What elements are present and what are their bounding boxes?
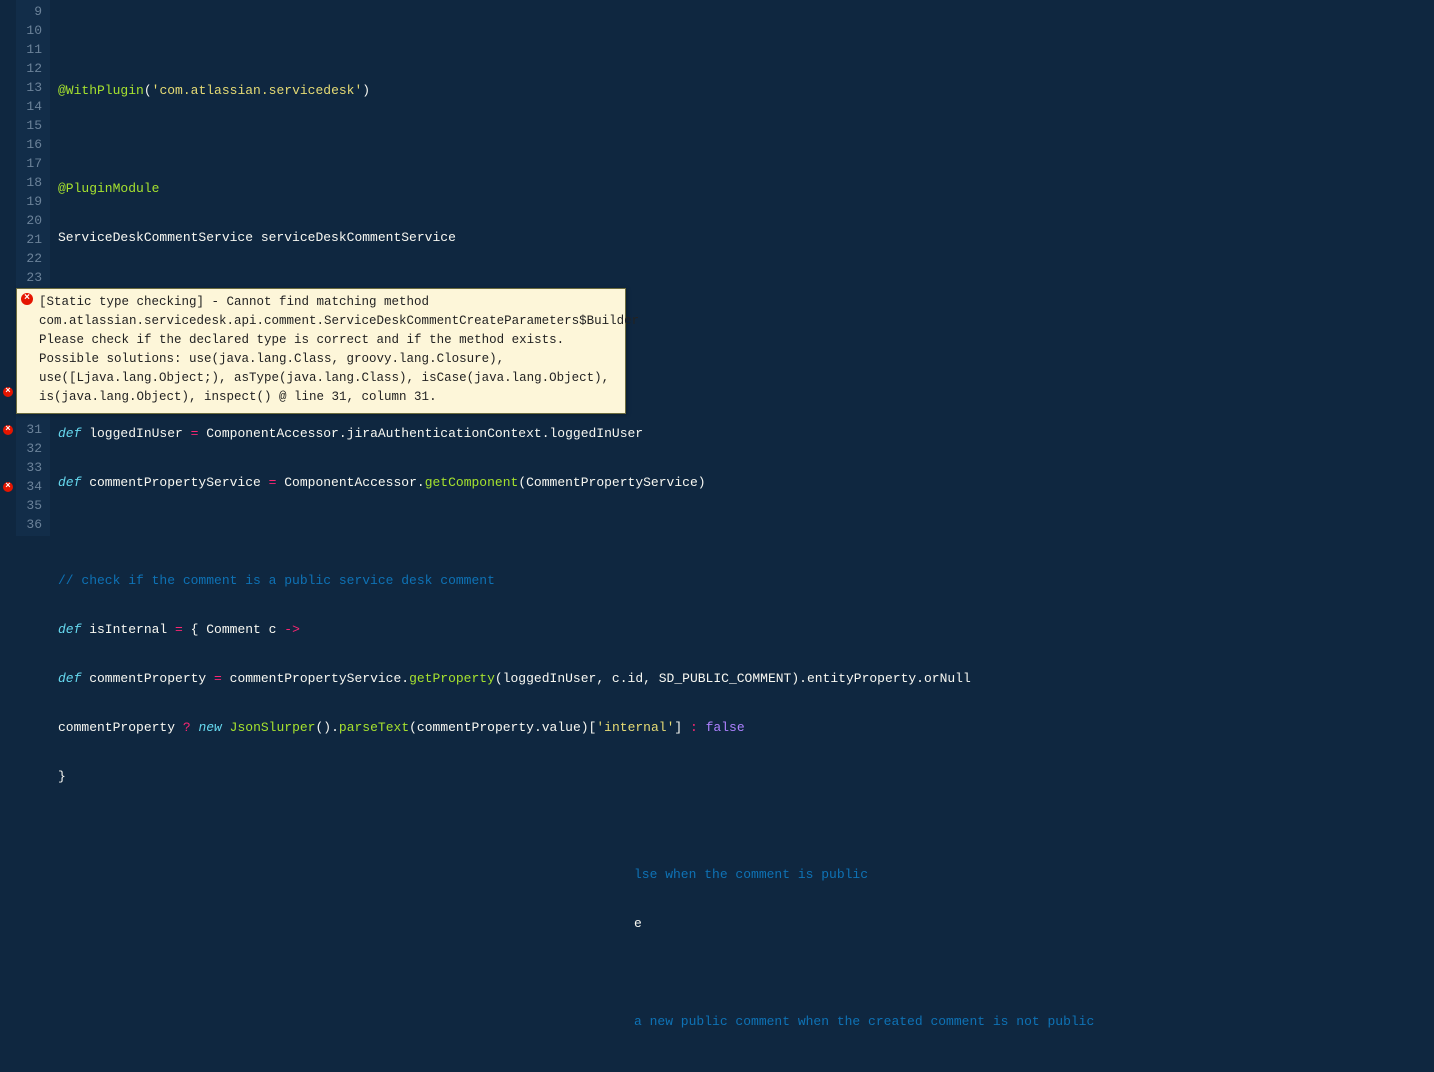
code-line[interactable]: // check if the comment is a public serv… — [58, 571, 1434, 590]
code-line[interactable]: } — [58, 767, 1434, 786]
tooltip-line: is(java.lang.Object), inspect() @ line 3… — [39, 388, 617, 407]
code-area[interactable]: @WithPlugin('com.atlassian.servicedesk')… — [50, 0, 1434, 536]
code-line[interactable]: def loggedInUser = ComponentAccessor.jir… — [58, 424, 1434, 443]
code-line[interactable]: @WithPlugin('com.atlassian.servicedesk') — [58, 81, 1434, 100]
code-line[interactable]: @PluginModule — [58, 179, 1434, 198]
code-line[interactable] — [58, 130, 1434, 149]
code-line[interactable]: commentProperty ? new JsonSlurper().pars… — [58, 718, 1434, 737]
tooltip-line: Please check if the declared type is cor… — [39, 331, 617, 350]
error-icon — [21, 293, 33, 305]
code-line[interactable]: lse when the comment is public — [58, 865, 1434, 884]
tooltip-line: Possible solutions: use(java.lang.Class,… — [39, 350, 617, 369]
error-marker-icon[interactable] — [3, 387, 13, 397]
code-line[interactable]: def commentProperty = commentPropertySer… — [58, 669, 1434, 688]
gutter-line-numbers: 9101112 13141516 17181920 21222324 25262… — [16, 0, 50, 536]
code-line[interactable] — [58, 32, 1434, 51]
code-line[interactable] — [58, 1061, 1434, 1072]
code-line[interactable] — [58, 963, 1434, 982]
code-line[interactable] — [58, 816, 1434, 835]
code-line[interactable]: a new public comment when the created co… — [58, 1012, 1434, 1031]
code-line[interactable]: def isInternal = { Comment c -> — [58, 620, 1434, 639]
error-marker-icon[interactable] — [3, 482, 13, 492]
code-line[interactable]: def commentPropertyService = ComponentAc… — [58, 473, 1434, 492]
tooltip-line: [Static type checking] - Cannot find mat… — [39, 293, 617, 312]
code-editor[interactable]: 9101112 13141516 17181920 21222324 25262… — [0, 0, 1434, 536]
error-tooltip: [Static type checking] - Cannot find mat… — [16, 288, 626, 414]
gutter-error-markers — [0, 0, 16, 536]
error-marker-icon[interactable] — [3, 425, 13, 435]
tooltip-line: com.atlassian.servicedesk.api.comment.Se… — [39, 312, 617, 331]
code-line[interactable]: e — [58, 914, 1434, 933]
tooltip-line: use([Ljava.lang.Object;), asType(java.la… — [39, 369, 617, 388]
code-line[interactable]: ServiceDeskCommentService serviceDeskCom… — [58, 228, 1434, 247]
code-line[interactable] — [58, 522, 1434, 541]
